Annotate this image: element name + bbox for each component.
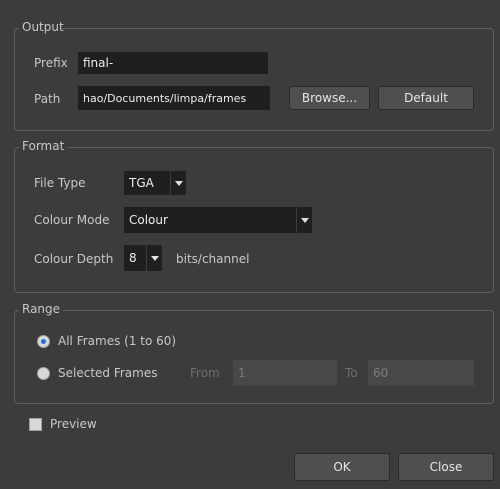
path-input[interactable]: hao/Documents/limpa/frames bbox=[78, 86, 270, 110]
range-title: Range bbox=[22, 302, 61, 316]
output-title-line bbox=[62, 28, 492, 29]
all-frames-radio[interactable] bbox=[37, 335, 50, 348]
browse-button[interactable]: Browse... bbox=[289, 86, 370, 110]
all-frames-label: All Frames (1 to 60) bbox=[58, 334, 177, 348]
range-group: Range bbox=[14, 302, 494, 404]
file-type-select[interactable]: TGA bbox=[124, 171, 186, 195]
prefix-label: Prefix bbox=[34, 56, 68, 70]
output-title: Output bbox=[22, 20, 64, 34]
output-group-title: Output bbox=[19, 20, 67, 34]
prefix-input[interactable]: final- bbox=[78, 52, 268, 74]
chevron-down-icon bbox=[146, 245, 162, 271]
browse-button-label: Browse... bbox=[301, 91, 358, 105]
chevron-down-icon bbox=[170, 171, 186, 195]
colour-mode-select[interactable]: Colour bbox=[124, 207, 312, 233]
export-dialog: Output Prefix final- Path hao/Documents/… bbox=[0, 0, 500, 489]
preview-checkbox[interactable] bbox=[29, 418, 42, 431]
close-button[interactable]: Close bbox=[398, 453, 494, 481]
colour-depth-select[interactable]: 8 bbox=[124, 245, 162, 271]
default-button[interactable]: Default bbox=[378, 86, 474, 110]
close-button-label: Close bbox=[429, 460, 463, 474]
selected-frames-radio[interactable] bbox=[37, 367, 50, 380]
path-label: Path bbox=[34, 92, 61, 106]
preview-label: Preview bbox=[50, 417, 97, 431]
format-group-title: Format bbox=[19, 139, 68, 153]
from-value: 1 bbox=[238, 366, 246, 380]
path-value: hao/Documents/limpa/frames bbox=[83, 91, 247, 105]
from-label: From bbox=[190, 366, 220, 380]
colour-depth-value: 8 bbox=[129, 251, 137, 265]
ok-button-label: OK bbox=[333, 460, 351, 474]
default-button-label: Default bbox=[404, 91, 448, 105]
to-value: 60 bbox=[373, 366, 389, 380]
colour-mode-value: Colour bbox=[129, 213, 168, 227]
colour-mode-label: Colour Mode bbox=[34, 213, 110, 227]
output-group: Output bbox=[14, 20, 494, 131]
format-title: Format bbox=[22, 139, 65, 153]
prefix-value: final- bbox=[83, 56, 114, 70]
from-input[interactable]: 1 bbox=[233, 360, 337, 386]
colour-depth-label: Colour Depth bbox=[34, 252, 114, 266]
selected-frames-label: Selected Frames bbox=[58, 366, 158, 380]
colour-depth-unit: bits/channel bbox=[176, 252, 250, 266]
to-input[interactable]: 60 bbox=[368, 360, 474, 386]
chevron-down-icon bbox=[296, 207, 312, 233]
file-type-value: TGA bbox=[129, 176, 154, 190]
to-label: To bbox=[345, 366, 358, 380]
file-type-label: File Type bbox=[34, 176, 86, 190]
range-group-title: Range bbox=[19, 302, 64, 316]
ok-button[interactable]: OK bbox=[294, 453, 390, 481]
